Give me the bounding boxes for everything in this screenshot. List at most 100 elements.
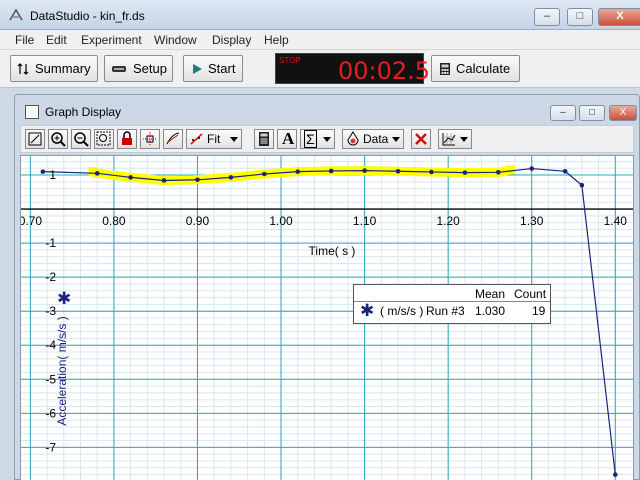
chevron-down-icon (460, 137, 468, 142)
data-point (295, 169, 301, 174)
graph-settings-icon (442, 133, 456, 146)
legend-series-marker: ✱ (360, 301, 375, 320)
chevron-down-icon (392, 137, 400, 142)
smart-tool-button[interactable] (140, 129, 160, 149)
legend-count-value: 19 (532, 304, 546, 318)
annotation-icon: A (282, 129, 295, 148)
slope-tool-button[interactable] (163, 129, 183, 149)
lock-button[interactable] (117, 129, 137, 149)
calculate-button[interactable]: Calculate (431, 55, 520, 82)
menu-experiment[interactable]: Experiment (81, 33, 142, 47)
x-tick-label: 0.70 (21, 214, 42, 228)
menu-display[interactable]: Display (212, 33, 251, 47)
x-tick-label: 0.90 (186, 214, 210, 228)
x-tick-label: 1.30 (520, 214, 544, 228)
data-point (612, 472, 618, 477)
setup-icon (112, 66, 126, 72)
calculate-label: Calculate (456, 61, 511, 76)
graph-settings-dropdown[interactable] (438, 129, 472, 149)
chevron-down-icon (230, 137, 238, 142)
crosshair-icon (143, 132, 157, 146)
close-button[interactable]: X (598, 8, 640, 26)
data-point (462, 170, 468, 175)
legend-run: Run #3 (426, 304, 465, 318)
data-point (161, 178, 167, 183)
calculator-button[interactable] (254, 129, 274, 149)
data-label: Data (363, 132, 389, 146)
start-label: Start (208, 61, 236, 76)
summary-button[interactable]: Summary (10, 55, 98, 82)
graph-window-title: Graph Display (45, 105, 122, 119)
close-icon: X (616, 10, 624, 22)
fit-dropdown[interactable]: Fit (186, 129, 242, 149)
timer-time: 00:02.5 (338, 57, 431, 85)
graph-minimize-button[interactable]: – (550, 105, 576, 121)
chevron-down-icon (323, 137, 331, 142)
scale-to-fit-icon (28, 132, 42, 146)
legend-unit: ( m/s/s ) (380, 304, 424, 318)
data-point (529, 166, 535, 171)
data-point (195, 177, 200, 183)
zoom-select-icon (96, 131, 111, 146)
zoom-in-button[interactable] (48, 129, 68, 149)
delete-icon (415, 133, 427, 145)
annotation-button[interactable]: A (277, 129, 297, 149)
setup-button[interactable]: Setup (104, 55, 173, 82)
legend-mean-value: 1.030 (475, 304, 506, 318)
graph-maximize-button[interactable]: □ (579, 105, 605, 121)
title-bar: DataStudio - kin_fr.ds – □ X (0, 0, 640, 30)
x-axis-label: Time( s ) (309, 244, 356, 258)
y-tick-label: -1 (45, 236, 56, 250)
fit-label: Fit (207, 132, 221, 146)
summary-label: Summary (35, 61, 91, 76)
menu-help[interactable]: Help (264, 33, 289, 47)
y-tick-label: -2 (45, 270, 56, 284)
delete-button[interactable] (411, 129, 431, 149)
zoom-out-button[interactable] (71, 129, 91, 149)
statistics-dropdown[interactable]: Σ (300, 129, 335, 149)
sigma-icon: Σ (304, 130, 317, 148)
maximize-icon: □ (588, 107, 596, 118)
fit-icon (190, 133, 203, 145)
maximize-button[interactable]: □ (567, 8, 593, 26)
app-icon (9, 8, 23, 21)
y-axis-label: Acceleration( m/s/s ) (55, 316, 69, 425)
data-point (40, 169, 46, 174)
zoom-out-icon (74, 132, 89, 147)
x-tick-label: 1.00 (269, 214, 293, 228)
zoom-select-button[interactable] (94, 129, 114, 149)
data-icon (347, 131, 359, 146)
x-tick-label: 0.80 (102, 214, 126, 228)
close-icon: X (619, 107, 627, 118)
y-axis-series-marker: ✱ (57, 289, 71, 308)
scale-to-fit-button[interactable] (25, 129, 45, 149)
window-title: DataStudio - kin_fr.ds (30, 9, 145, 23)
zoom-in-icon (51, 132, 66, 147)
menu-edit[interactable]: Edit (46, 33, 67, 47)
summary-icon (17, 63, 29, 75)
data-point (562, 168, 568, 174)
data-point (496, 169, 501, 175)
start-button[interactable]: Start (183, 55, 243, 82)
minimize-button[interactable]: – (534, 8, 560, 26)
calculator-icon (440, 63, 450, 75)
data-point (429, 169, 434, 175)
statistics-legend[interactable]: Mean Count ✱ ( m/s/s ) Run #3 1.030 19 (353, 284, 551, 324)
highlight-marker (506, 165, 516, 175)
data-point (395, 168, 401, 174)
data-dropdown[interactable]: Data (342, 129, 404, 149)
legend-header-count: Count (514, 287, 547, 301)
graph-window-icon (25, 105, 39, 119)
setup-label: Setup (133, 61, 167, 76)
graph-toolbar: Fit A Σ Data (20, 125, 634, 153)
data-point (128, 175, 133, 180)
graph-close-button[interactable]: X (609, 105, 637, 121)
menu-file[interactable]: File (15, 33, 34, 47)
minimize-icon: – (543, 10, 551, 22)
minimize-icon: – (560, 107, 566, 118)
menu-window[interactable]: Window (154, 33, 197, 47)
y-tick-label: -7 (45, 440, 56, 454)
data-point (228, 175, 234, 180)
maximize-icon: □ (576, 10, 584, 22)
play-icon (193, 64, 202, 74)
